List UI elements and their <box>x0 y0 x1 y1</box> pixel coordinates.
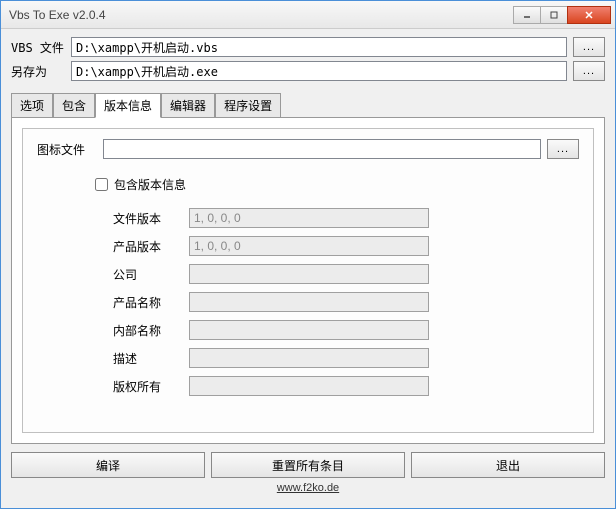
copyright-label: 版权所有 <box>113 378 189 395</box>
vbs-browse-button[interactable]: ... <box>573 37 605 57</box>
include-version-label: 包含版本信息 <box>114 176 186 193</box>
saveas-input[interactable] <box>71 61 567 81</box>
description-row: 描述 <box>113 348 579 368</box>
close-button[interactable] <box>567 6 611 24</box>
titlebar-buttons <box>514 6 611 24</box>
internal-name-label: 内部名称 <box>113 322 189 339</box>
reset-button[interactable]: 重置所有条目 <box>211 452 405 478</box>
include-version-row: 包含版本信息 <box>91 175 579 194</box>
vbs-file-row: VBS 文件 ... <box>11 37 605 57</box>
product-version-input <box>189 236 429 256</box>
content-area: VBS 文件 ... 另存为 ... 选项 包含 版本信息 编辑器 程序设置 图… <box>1 29 615 508</box>
vbs-file-input[interactable] <box>71 37 567 57</box>
icon-browse-button[interactable]: ... <box>547 139 579 159</box>
product-name-label: 产品名称 <box>113 294 189 311</box>
bottom-button-bar: 编译 重置所有条目 退出 <box>11 452 605 478</box>
description-label: 描述 <box>113 350 189 367</box>
tab-panel-version: 图标文件 ... 包含版本信息 文件版本 产品版本 公司 <box>11 118 605 444</box>
vbs-file-label: VBS 文件 <box>11 39 71 56</box>
copyright-input <box>189 376 429 396</box>
titlebar: Vbs To Exe v2.0.4 <box>1 1 615 29</box>
saveas-row: 另存为 ... <box>11 61 605 81</box>
tab-version[interactable]: 版本信息 <box>95 93 161 118</box>
description-input <box>189 348 429 368</box>
maximize-icon <box>550 11 558 19</box>
version-group: 图标文件 ... 包含版本信息 文件版本 产品版本 公司 <box>22 128 594 433</box>
copyright-row: 版权所有 <box>113 376 579 396</box>
file-version-input <box>189 208 429 228</box>
tab-bar: 选项 包含 版本信息 编辑器 程序设置 <box>11 93 605 118</box>
internal-name-row: 内部名称 <box>113 320 579 340</box>
tab-editor[interactable]: 编辑器 <box>161 93 215 118</box>
internal-name-input <box>189 320 429 340</box>
file-version-label: 文件版本 <box>113 210 189 227</box>
company-row: 公司 <box>113 264 579 284</box>
window-title: Vbs To Exe v2.0.4 <box>9 8 514 22</box>
product-version-row: 产品版本 <box>113 236 579 256</box>
tab-include[interactable]: 包含 <box>53 93 95 118</box>
compile-button[interactable]: 编译 <box>11 452 205 478</box>
icon-file-label: 图标文件 <box>37 141 103 158</box>
company-input <box>189 264 429 284</box>
minimize-button[interactable] <box>513 6 541 24</box>
maximize-button[interactable] <box>540 6 568 24</box>
minimize-icon <box>523 11 531 19</box>
product-version-label: 产品版本 <box>113 238 189 255</box>
icon-file-input[interactable] <box>103 139 541 159</box>
company-label: 公司 <box>113 266 189 283</box>
exit-button[interactable]: 退出 <box>411 452 605 478</box>
icon-file-row: 图标文件 ... <box>37 139 579 159</box>
tab-options[interactable]: 选项 <box>11 93 53 118</box>
tab-program[interactable]: 程序设置 <box>215 93 281 118</box>
main-window: Vbs To Exe v2.0.4 VBS 文件 ... 另存为 ... 选项 <box>0 0 616 509</box>
product-name-row: 产品名称 <box>113 292 579 312</box>
close-icon <box>584 10 594 20</box>
footer-link[interactable]: www.f2ko.de <box>277 482 339 494</box>
footer: www.f2ko.de <box>11 478 605 500</box>
include-version-checkbox[interactable] <box>95 178 108 191</box>
saveas-label: 另存为 <box>11 63 71 80</box>
saveas-browse-button[interactable]: ... <box>573 61 605 81</box>
product-name-input <box>189 292 429 312</box>
file-version-row: 文件版本 <box>113 208 579 228</box>
